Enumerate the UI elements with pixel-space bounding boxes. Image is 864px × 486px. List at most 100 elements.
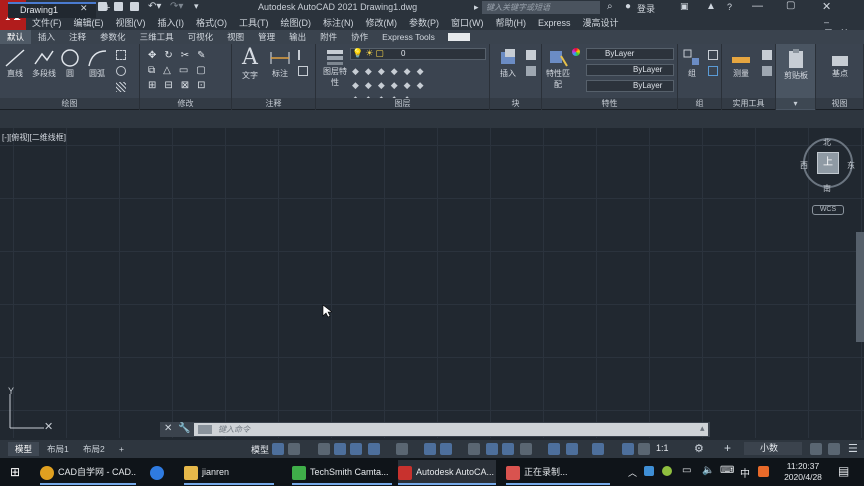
layer-properties-tool[interactable]: 图层特性	[320, 48, 350, 88]
panel-properties-title[interactable]: 特性	[542, 98, 677, 109]
notifications-icon[interactable]: ▤	[838, 464, 849, 478]
drawing-canvas[interactable]	[0, 128, 864, 438]
dimension-tool[interactable]: 标注	[266, 48, 294, 79]
taskbar-item-folder[interactable]: jianren	[184, 460, 274, 484]
viewport-controls-label[interactable]: [-][俯视][二维线框]	[2, 132, 66, 143]
annotation-monitor-icon[interactable]: +	[724, 441, 731, 455]
recent-commands-icon[interactable]	[198, 425, 212, 434]
viewcube-north[interactable]: 北	[823, 137, 831, 148]
modify-tools-grid[interactable]: ✥↻✂✎ ⧉△▭▢ ⊞⊟⊠⊡	[148, 48, 232, 93]
selection-filter-icon[interactable]	[566, 443, 578, 455]
add-layout-icon[interactable]: +	[112, 442, 131, 456]
tab-view[interactable]: 视图	[220, 30, 251, 44]
panel-block-title[interactable]: 块	[490, 98, 541, 109]
annotation-visibility-icon[interactable]	[622, 443, 634, 455]
clean-screen-icon[interactable]	[828, 443, 840, 455]
viewcube-top-face[interactable]: 上	[817, 152, 839, 174]
quick-select-icon[interactable]	[762, 50, 772, 60]
menu-insert[interactable]: 插入(I)	[152, 16, 191, 30]
ungroup-icon[interactable]	[708, 50, 718, 60]
tab-parametric[interactable]: 参数化	[93, 30, 133, 44]
taskbar-item-browser[interactable]: CAD自学网 - CAD...	[40, 460, 136, 484]
network-icon[interactable]: ▭	[682, 465, 691, 476]
ortho-icon[interactable]	[350, 443, 362, 455]
close-button[interactable]: ✕	[822, 0, 831, 13]
osnap-icon[interactable]	[440, 443, 452, 455]
viewcube-west[interactable]: 西	[800, 160, 808, 171]
text-tool[interactable]: A 文字	[236, 46, 264, 81]
taskbar-item-edge[interactable]	[150, 460, 172, 484]
menu-parametric[interactable]: 参数(P)	[403, 16, 445, 30]
insert-block-tool[interactable]: 插入	[494, 48, 522, 79]
selection-cycling-icon[interactable]	[502, 443, 514, 455]
arc-tool[interactable]: 圆弧	[84, 48, 110, 79]
menu-draw[interactable]: 绘图(D)	[275, 16, 318, 30]
base-view-tool[interactable]: 基点	[822, 50, 858, 79]
auto-scale-icon[interactable]	[638, 443, 650, 455]
tab-visualize[interactable]: 可视化	[181, 30, 221, 44]
taskbar-item-camtasia[interactable]: TechSmith Camta...	[292, 460, 392, 484]
taskbar-item-autocad[interactable]: Autodesk AutoCA...	[398, 460, 496, 484]
transparency-icon[interactable]	[486, 443, 498, 455]
undo-icon[interactable]: ↶▾	[148, 1, 161, 12]
group-edit-icon[interactable]	[708, 66, 718, 76]
help-icon[interactable]: ?	[727, 2, 732, 12]
tab-3d-tools[interactable]: 三维工具	[133, 30, 181, 44]
isodraft-icon[interactable]	[396, 443, 408, 455]
customization-icon[interactable]: ☰	[848, 442, 858, 455]
ellipse-icon[interactable]	[116, 66, 126, 76]
panel-view-title[interactable]: 视图	[816, 98, 863, 109]
line-tool[interactable]: 直线	[2, 48, 28, 79]
sign-in-link[interactable]: 登录	[637, 2, 655, 15]
tab-collaborate[interactable]: 协作	[344, 30, 375, 44]
calculator-icon[interactable]	[762, 66, 772, 76]
dynamic-input-icon[interactable]	[334, 443, 346, 455]
tray-chevron-icon[interactable]: ︿	[628, 466, 637, 479]
layout-tab-layout1[interactable]: 布局1	[40, 442, 76, 456]
menu-file[interactable]: 文件(F)	[26, 16, 68, 30]
panel-utilities-title[interactable]: 实用工具	[722, 98, 775, 109]
tab-output[interactable]: 输出	[282, 30, 313, 44]
gizmo-icon[interactable]	[592, 443, 604, 455]
viewcube-south[interactable]: 南	[823, 183, 831, 194]
close-tab-icon[interactable]: ✕	[80, 3, 88, 14]
panel-modify-title[interactable]: 修改	[140, 98, 231, 109]
search-input[interactable]: 键入关键字或短语	[482, 1, 600, 14]
layout-tab-model[interactable]: 模型	[8, 442, 40, 456]
annotation-scale[interactable]: 1:1	[656, 443, 669, 453]
menu-modify[interactable]: 修改(M)	[360, 16, 404, 30]
table-icon[interactable]	[298, 66, 308, 76]
polyline-tool[interactable]: 多段线	[30, 48, 58, 79]
ime-indicator[interactable]: 中	[740, 465, 750, 480]
tab-annotate[interactable]: 注释	[62, 30, 93, 44]
3d-osnap-icon[interactable]	[520, 443, 532, 455]
circle-tool[interactable]: 圆	[58, 48, 82, 79]
panel-clipboard-title[interactable]: ▾	[776, 98, 815, 109]
quick-properties-icon[interactable]	[810, 443, 822, 455]
menu-help[interactable]: 帮助(H)	[490, 16, 533, 30]
tab-insert[interactable]: 插入	[31, 30, 62, 44]
cart-icon[interactable]: ▣	[680, 1, 689, 12]
maximize-button[interactable]: ▢	[786, 0, 795, 11]
volume-icon[interactable]: 🔈	[702, 465, 714, 476]
match-properties-tool[interactable]: 特性匹配	[544, 48, 572, 90]
title-chevron-icon[interactable]: ▸	[474, 2, 479, 13]
edit-block-icon[interactable]	[526, 66, 536, 76]
tab-manage[interactable]: 管理	[251, 30, 282, 44]
menu-format[interactable]: 格式(O)	[190, 16, 233, 30]
rectangle-icon[interactable]	[116, 50, 126, 60]
menu-dimension[interactable]: 标注(N)	[317, 16, 360, 30]
menu-express[interactable]: Express	[532, 16, 577, 30]
minimize-button[interactable]: —	[752, 0, 763, 12]
ribbon-minimize-toggle[interactable]	[447, 33, 470, 41]
color-dropdown[interactable]: ByLayer	[586, 48, 674, 60]
menu-view[interactable]: 视图(V)	[110, 16, 152, 30]
menu-edit[interactable]: 编辑(E)	[68, 16, 110, 30]
viewcube-east[interactable]: 东	[847, 160, 855, 171]
menu-custom[interactable]: 漫高设计	[577, 16, 625, 30]
panel-layers-title[interactable]: 图层	[316, 98, 489, 109]
windows-start-icon[interactable]: ⊞	[10, 465, 20, 479]
dynamic-ucs-icon[interactable]	[548, 443, 560, 455]
print-icon[interactable]	[130, 2, 139, 11]
leader-icon[interactable]	[298, 50, 308, 60]
